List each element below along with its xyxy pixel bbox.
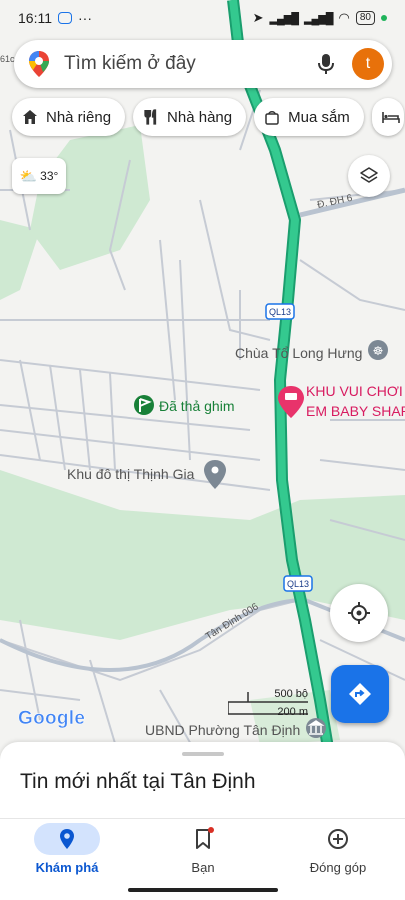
svg-text:QL13: QL13 (287, 579, 309, 589)
partly-cloudy-icon: ⛅ (19, 167, 38, 184)
chip-shopping[interactable]: Mua sắm (254, 98, 364, 136)
restaurant-icon (144, 109, 157, 125)
weather-temperature: 33° (40, 169, 59, 183)
account-avatar[interactable]: t (352, 48, 384, 80)
svg-text:☸: ☸ (373, 344, 384, 358)
poi-label-ubnd[interactable]: UBND Phường Tân Định (145, 722, 300, 738)
dropped-pin-icon[interactable] (134, 395, 154, 415)
add-circle-icon (328, 829, 348, 849)
crosshair-icon (348, 602, 370, 624)
my-location-button[interactable] (330, 584, 388, 642)
nav-explore-label: Khám phá (35, 860, 99, 875)
chip-hotels[interactable] (371, 98, 404, 136)
pagoda-icon[interactable]: ☸ (368, 340, 388, 360)
map-scale: 500 bộ 200 m (228, 688, 308, 720)
government-icon[interactable] (306, 718, 326, 738)
location-arrow-icon: ➤ (252, 10, 264, 25)
poi-label-playground-2[interactable]: EM BABY SHAR (306, 403, 405, 419)
home-indicator[interactable] (128, 888, 278, 892)
shopping-icon (265, 111, 279, 125)
scale-imperial: 500 bộ (274, 688, 308, 700)
status-time: 16:11 (18, 10, 52, 26)
layers-button[interactable] (348, 155, 390, 197)
bottom-sheet[interactable]: Tin mới nhất tại Tân Định (0, 742, 405, 818)
search-bar[interactable]: Tìm kiếm ở đây t (14, 40, 392, 88)
microphone-icon[interactable] (318, 53, 334, 75)
bed-icon (381, 112, 400, 123)
poi-label-playground-1[interactable]: KHU VUI CHƠI (306, 383, 403, 399)
nav-contribute[interactable]: Đóng góp (278, 823, 398, 875)
sheet-title: Tin mới nhất tại Tân Định (20, 770, 256, 793)
home-icon (23, 110, 37, 124)
more-notifications-icon: ··· (78, 10, 92, 26)
poi-label-urban-area[interactable]: Khu đô thị Thịnh Gia (67, 466, 195, 482)
route-shield-ql13-b: QL13 (283, 575, 313, 592)
notification-dot-icon (208, 827, 214, 833)
chip-home[interactable]: Nhà riêng (12, 98, 126, 136)
directions-icon (349, 683, 371, 705)
status-bar: 16:11 ··· ➤ ▂▄▆█ ▂▄▆█ ◠ 80 (0, 0, 405, 36)
category-chips: Nhà riêng Nhà hàng Mua sắm (12, 98, 404, 136)
wifi-icon: ◠ (338, 10, 350, 25)
poi-label-pagoda[interactable]: Chùa Tổ Long Hưng (235, 345, 362, 361)
scale-metric: 200 m (277, 706, 308, 718)
layers-icon (360, 167, 378, 183)
dropped-pin-label[interactable]: Đã thả ghim (159, 398, 234, 414)
maps-pin-logo-icon (29, 51, 49, 77)
privacy-dot-icon (381, 15, 387, 21)
chip-shopping-label: Mua sắm (288, 108, 350, 126)
chip-restaurants[interactable]: Nhà hàng (133, 98, 247, 136)
zalo-icon (58, 12, 72, 24)
route-shield-ql13-a: QL13 (265, 303, 295, 320)
chip-restaurants-label: Nhà hàng (167, 108, 233, 126)
chip-home-label: Nhà riêng (46, 108, 112, 126)
google-logo: Google (18, 708, 86, 730)
search-input[interactable]: Tìm kiếm ở đây (64, 53, 318, 75)
nav-explore[interactable]: Khám phá (7, 823, 127, 875)
signal-icon-2: ▂▄▆█ (304, 12, 333, 25)
battery-icon: 80 (355, 11, 375, 25)
nav-contribute-label: Đóng góp (309, 860, 367, 875)
map-corner-label: 61c (0, 54, 15, 64)
directions-button[interactable] (331, 665, 389, 723)
svg-text:QL13: QL13 (269, 307, 291, 317)
sheet-drag-handle[interactable] (182, 752, 224, 756)
signal-icon: ▂▄▆█ (269, 12, 299, 25)
weather-badge[interactable]: ⛅ 33° (12, 158, 66, 194)
nav-you[interactable]: Bạn (143, 823, 263, 875)
nav-you-label: Bạn (191, 860, 215, 875)
explore-pin-icon (60, 829, 74, 849)
